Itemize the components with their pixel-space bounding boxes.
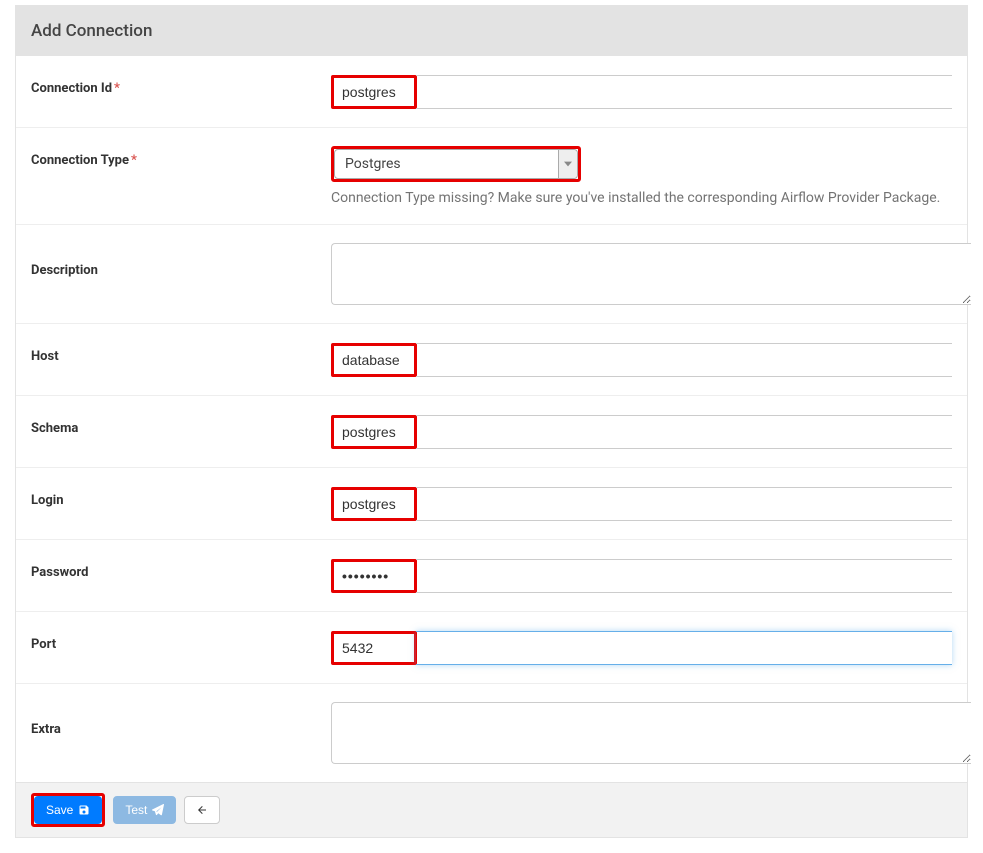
save-button-label: Save (46, 803, 73, 817)
required-asterisk: * (114, 81, 120, 96)
panel-footer: Save Test (16, 782, 967, 837)
highlight-login (331, 487, 417, 521)
port-input[interactable] (334, 634, 414, 662)
field-schema (331, 414, 952, 449)
panel-header: Add Connection (16, 6, 967, 56)
highlight-connection-id (331, 75, 417, 109)
highlight-password (331, 559, 417, 593)
field-connection-id (331, 74, 952, 109)
password-input[interactable] (334, 562, 414, 590)
highlight-save-button: Save (31, 793, 105, 827)
input-extend-host[interactable] (416, 343, 952, 377)
back-button[interactable] (184, 796, 220, 824)
label-password: Password (31, 558, 331, 580)
label-connection-id: Connection Id* (31, 74, 331, 96)
host-input[interactable] (334, 346, 414, 374)
label-text-connection-type: Connection Type (31, 153, 129, 168)
save-button[interactable]: Save (34, 796, 102, 824)
test-button-label: Test (125, 803, 147, 817)
row-password: Password (16, 540, 967, 612)
extra-textarea[interactable] (331, 702, 971, 764)
input-extend-password[interactable] (416, 559, 952, 593)
label-extra: Extra (31, 702, 331, 737)
test-button[interactable]: Test (113, 796, 176, 824)
field-host (331, 342, 952, 377)
input-extend-schema[interactable] (416, 415, 952, 449)
label-connection-type: Connection Type* (31, 146, 331, 168)
connection-id-input[interactable] (334, 78, 414, 106)
row-schema: Schema (16, 396, 967, 468)
required-asterisk: * (131, 153, 137, 168)
label-schema: Schema (31, 414, 331, 436)
panel-body: Connection Id* Connection Type* Postgres (16, 56, 967, 782)
row-login: Login (16, 468, 967, 540)
chevron-down-icon (558, 150, 577, 178)
row-host: Host (16, 324, 967, 396)
input-extend-connection-id[interactable] (416, 75, 952, 109)
highlight-port (331, 631, 417, 665)
connection-type-select[interactable]: Postgres (334, 149, 578, 179)
row-extra: Extra (16, 684, 967, 782)
schema-input[interactable] (334, 418, 414, 446)
help-connection-type: Connection Type missing? Make sure you'v… (331, 190, 952, 206)
connection-type-selected-value: Postgres (345, 156, 401, 172)
label-host: Host (31, 342, 331, 364)
add-connection-panel: Add Connection Connection Id* Connection… (15, 5, 968, 838)
row-description: Description (16, 225, 967, 324)
input-extend-login[interactable] (416, 487, 952, 521)
label-text-connection-id: Connection Id (31, 81, 112, 96)
field-description (331, 243, 952, 305)
row-connection-type: Connection Type* Postgres Connection Typ… (16, 128, 967, 225)
panel-title: Add Connection (31, 21, 152, 41)
row-port: Port (16, 612, 967, 684)
field-extra (331, 702, 952, 764)
field-connection-type: Postgres Connection Type missing? Make s… (331, 146, 952, 206)
input-extend-port[interactable] (416, 631, 952, 665)
label-port: Port (31, 630, 331, 652)
field-port (331, 630, 952, 665)
highlight-schema (331, 415, 417, 449)
row-connection-id: Connection Id* (16, 56, 967, 128)
field-password (331, 558, 952, 593)
label-login: Login (31, 486, 331, 508)
highlight-connection-type: Postgres (331, 146, 581, 182)
field-login (331, 486, 952, 521)
highlight-host (331, 343, 417, 377)
label-description: Description (31, 243, 331, 278)
paper-plane-icon (152, 804, 164, 816)
login-input[interactable] (334, 490, 414, 518)
arrow-left-icon (196, 804, 208, 816)
description-textarea[interactable] (331, 243, 971, 305)
save-icon (78, 804, 90, 816)
